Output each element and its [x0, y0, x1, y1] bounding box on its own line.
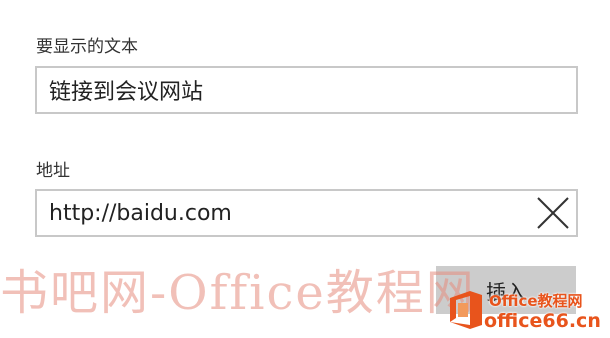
address-label: 地址	[36, 161, 70, 181]
close-icon	[537, 197, 569, 229]
display-text-value: 链接到会议网站	[49, 80, 204, 105]
address-input[interactable]: http://baidu.com	[35, 189, 578, 237]
clear-address-button[interactable]	[534, 194, 572, 232]
insert-button[interactable]: 插入	[436, 266, 576, 314]
address-value: http://baidu.com	[49, 200, 232, 226]
watermark-text: 书吧网-Office教程网	[0, 265, 476, 321]
display-text-input[interactable]: 链接到会议网站	[35, 66, 578, 114]
display-text-label: 要显示的文本	[36, 37, 138, 57]
